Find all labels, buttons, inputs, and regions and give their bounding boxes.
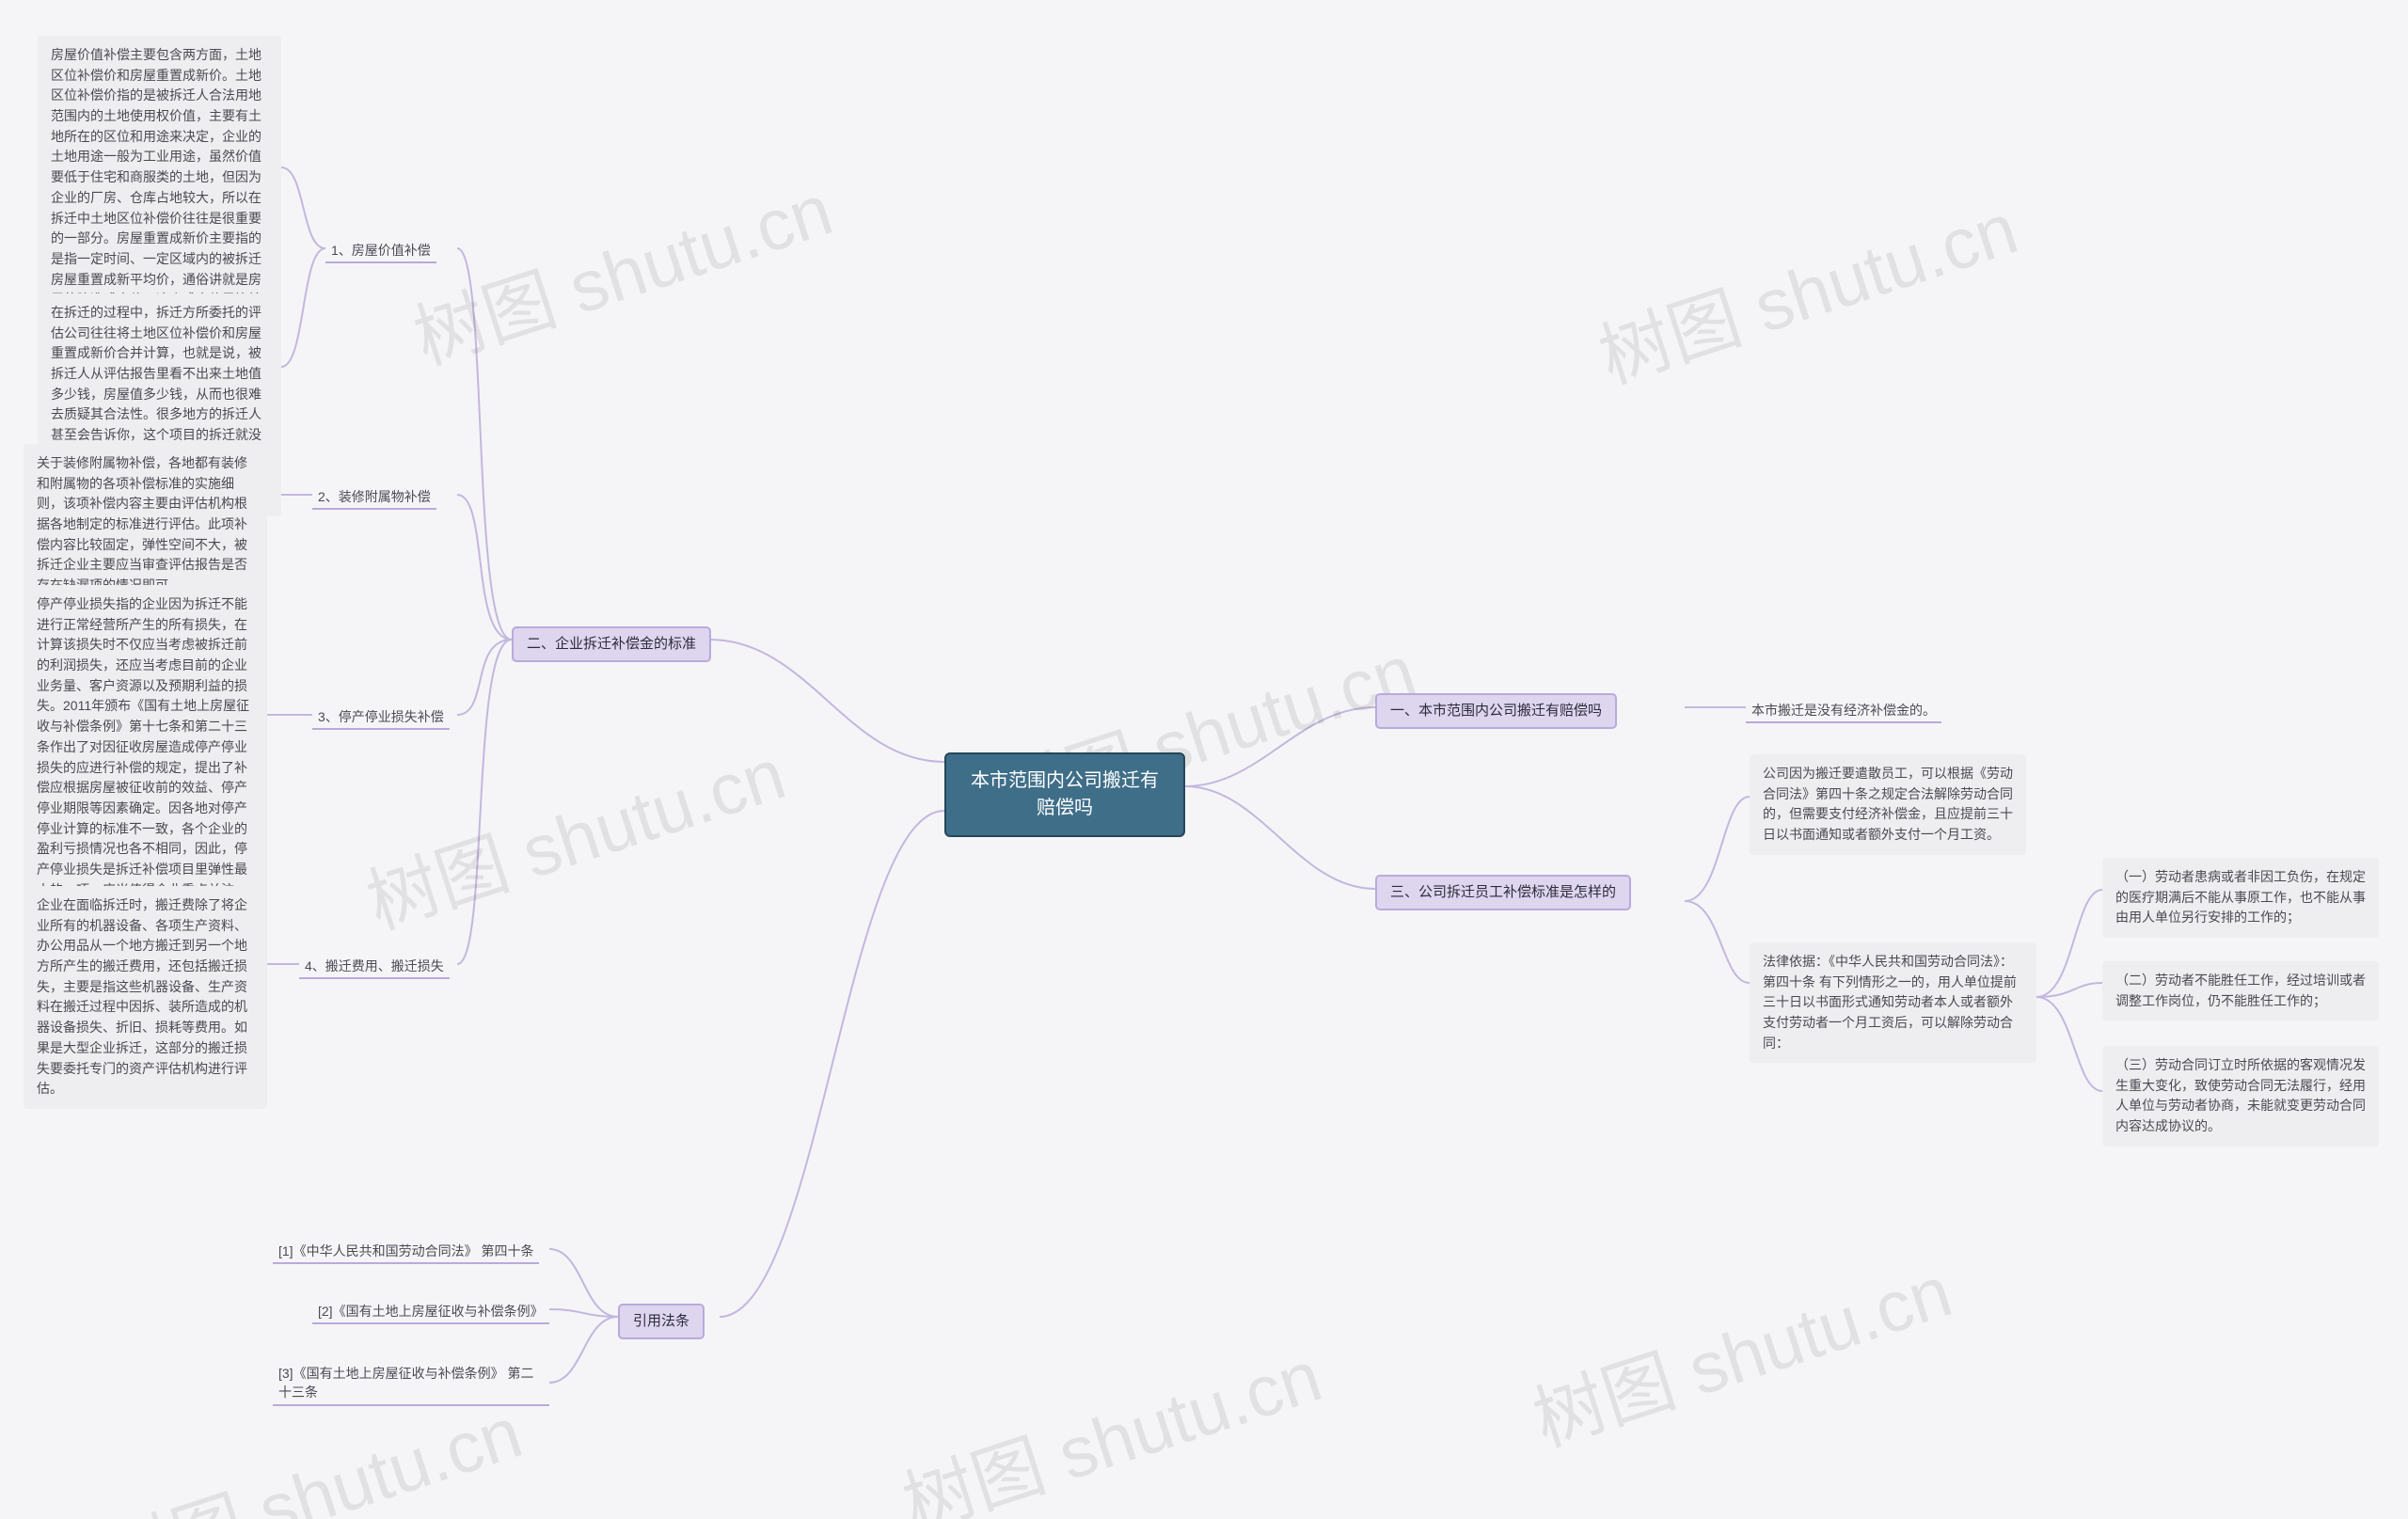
watermark: 树图 shutu.cn: [399, 152, 843, 385]
branch-1[interactable]: 一、本市范围内公司搬迁有赔偿吗: [1375, 693, 1617, 729]
branch-2-sub-1[interactable]: 1、房屋价值补偿: [325, 239, 436, 263]
branch-2-sub-3[interactable]: 3、停产停业损失补偿: [312, 705, 450, 730]
branch-1-leaf: 本市搬迁是没有经济补偿金的。: [1746, 699, 1941, 723]
branch-3-sub-leaf-1: （一）劳动者患病或者非因工负伤，在规定的医疗期满后不能从事原工作，也不能从事由用…: [2102, 858, 2379, 938]
watermark: 树图 shutu.cn: [1584, 171, 2028, 403]
connector-lines: [0, 0, 2408, 1519]
watermark: 树图 shutu.cn: [1518, 1234, 1962, 1466]
cite-1: [1]《中华人民共和国劳动合同法》 第四十条: [273, 1240, 539, 1264]
branch-3-leaf-a: 公司因为搬迁要遣散员工，可以根据《劳动合同法》第四十条之规定合法解除劳动合同的，…: [1750, 754, 2026, 855]
center-node[interactable]: 本市范围内公司搬迁有赔偿吗: [944, 752, 1185, 837]
branch-2-sub-4[interactable]: 4、搬迁费用、搬迁损失: [299, 955, 450, 979]
watermark: 树图 shutu.cn: [888, 1319, 1332, 1519]
branch-2[interactable]: 二、企业拆迁补偿金的标准: [512, 626, 711, 662]
branch-2-sub-2[interactable]: 2、装修附属物补偿: [312, 485, 436, 510]
branch-3-sub-leaf-3: （三）劳动合同订立时所依据的客观情况发生重大变化，致使劳动合同无法履行，经用人单…: [2102, 1046, 2379, 1147]
branch-2-sub-3-leaf: 停产停业损失指的企业因为拆迁不能进行正常经营所产生的所有损失，在计算该损失时不仅…: [24, 585, 267, 910]
cite-3: [3]《国有土地上房屋征收与补偿条例》 第二十三条: [273, 1362, 549, 1406]
cite-2: [2]《国有土地上房屋征收与补偿条例》: [312, 1300, 549, 1324]
branch-2-sub-2-leaf: 关于装修附属物补偿，各地都有装修和附属物的各项补偿标准的实施细则，该项补偿内容主…: [24, 444, 267, 606]
branch-3[interactable]: 三、公司拆迁员工补偿标准是怎样的: [1375, 875, 1631, 910]
branch-2-sub-4-leaf: 企业在面临拆迁时，搬迁费除了将企业所有的机器设备、各项生产资料、办公用品从一个地…: [24, 886, 267, 1109]
branch-3-sub-law: 法律依据：《中华人民共和国劳动合同法》：第四十条 有下列情形之一的，用人单位提前…: [1750, 942, 2036, 1063]
watermark: 树图 shutu.cn: [352, 717, 796, 949]
branch-3-sub-leaf-2: （二）劳动者不能胜任工作，经过培训或者调整工作岗位，仍不能胜任工作的；: [2102, 961, 2379, 1021]
branch-cite[interactable]: 引用法条: [618, 1304, 705, 1339]
